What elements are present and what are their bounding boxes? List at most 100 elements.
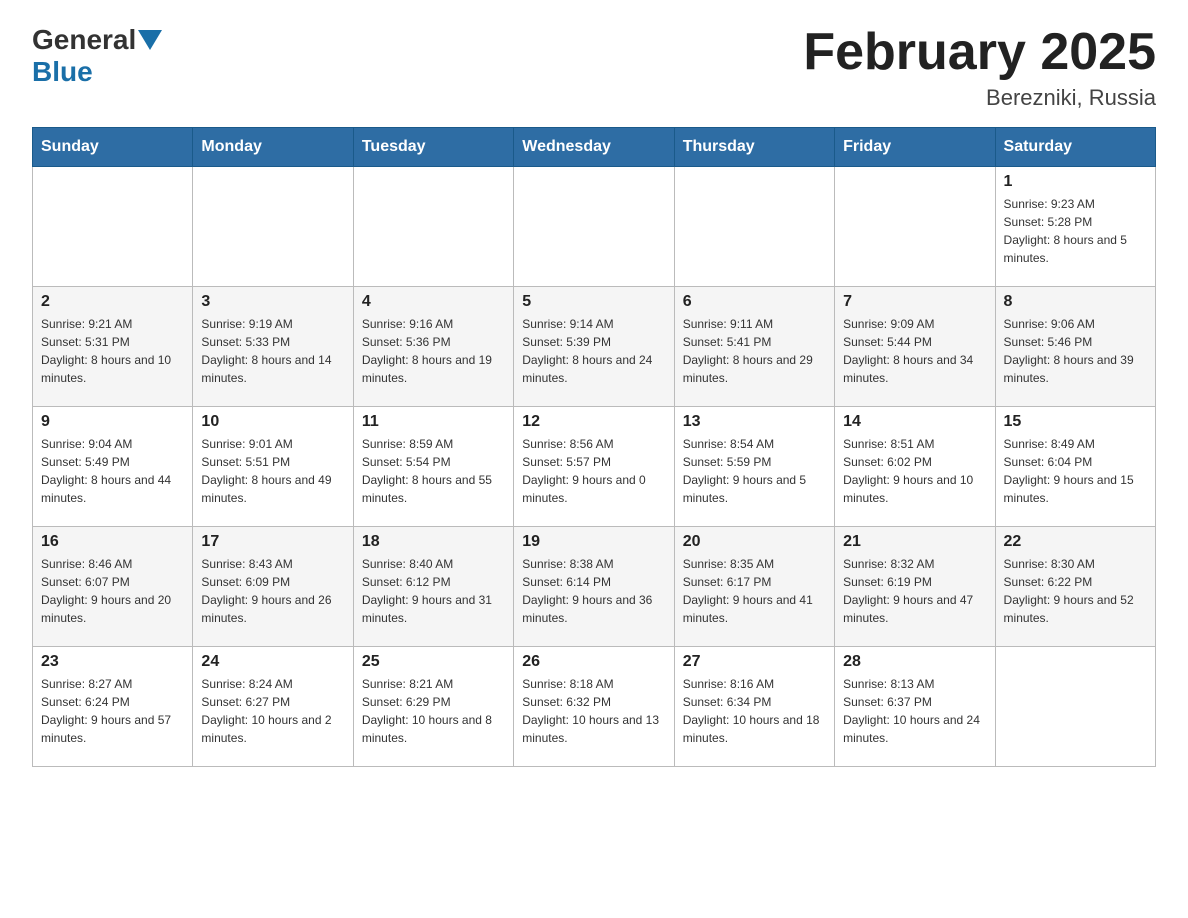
calendar-cell: 6Sunrise: 9:11 AMSunset: 5:41 PMDaylight… (674, 287, 834, 407)
calendar-cell: 8 Sunrise: 9:06 AMSunset: 5:46 PMDaylight… (995, 287, 1155, 407)
day-info: Sunrise: 9:01 AMSunset: 5:51 PMDaylight:… (201, 435, 344, 507)
day-number: 9 (41, 413, 184, 431)
day-number: 16 (41, 533, 184, 551)
day-number: 3 (201, 293, 344, 311)
day-number: 8 (1004, 293, 1147, 311)
col-wednesday: Wednesday (514, 128, 674, 167)
day-number: 1 (1004, 173, 1147, 191)
week-row-5: 23Sunrise: 8:27 AMSunset: 6:24 PMDayligh… (33, 647, 1156, 767)
calendar-cell: 19 Sunrise: 8:38 AMSunset: 6:14 PMDayligh… (514, 527, 674, 647)
day-info: Sunrise: 8:56 AMSunset: 5:57 PMDaylight:… (522, 435, 665, 507)
calendar-cell: 14 Sunrise: 8:51 AMSunset: 6:02 PMDayligh… (835, 407, 995, 527)
day-number: 18 (362, 533, 505, 551)
calendar-cell: 4Sunrise: 9:16 AMSunset: 5:36 PMDaylight… (353, 287, 513, 407)
day-number: 7 (843, 293, 986, 311)
calendar-cell (353, 167, 513, 287)
day-info: Sunrise: 8:49 AMSunset: 6:04 PMDaylight:… (1004, 435, 1147, 507)
day-number: 13 (683, 413, 826, 431)
day-number: 6 (683, 293, 826, 311)
logo-general-text: General (32, 24, 136, 56)
logo-triangle-icon (138, 30, 162, 50)
calendar-cell: 5 Sunrise: 9:14 AMSunset: 5:39 PMDaylight… (514, 287, 674, 407)
day-number: 26 (522, 653, 665, 671)
day-info: Sunrise: 8:46 AMSunset: 6:07 PMDaylight:… (41, 555, 184, 627)
col-thursday: Thursday (674, 128, 834, 167)
day-number: 5 (522, 293, 665, 311)
logo-blue-text: Blue (32, 56, 93, 87)
day-number: 24 (201, 653, 344, 671)
calendar-cell: 24Sunrise: 8:24 AMSunset: 6:27 PMDayligh… (193, 647, 353, 767)
calendar-cell: 11 Sunrise: 8:59 AMSunset: 5:54 PMDayligh… (353, 407, 513, 527)
day-info: Sunrise: 9:14 AMSunset: 5:39 PMDaylight:… (522, 315, 665, 387)
calendar-cell: 7 Sunrise: 9:09 AMSunset: 5:44 PMDaylight… (835, 287, 995, 407)
calendar-cell (193, 167, 353, 287)
week-row-1: 1 Sunrise: 9:23 AMSunset: 5:28 PMDaylight… (33, 167, 1156, 287)
calendar-header-row: Sunday Monday Tuesday Wednesday Thursday… (33, 128, 1156, 167)
calendar-cell: 16 Sunrise: 8:46 AMSunset: 6:07 PMDayligh… (33, 527, 193, 647)
col-sunday: Sunday (33, 128, 193, 167)
calendar-cell: 2 Sunrise: 9:21 AMSunset: 5:31 PMDaylight… (33, 287, 193, 407)
day-number: 19 (522, 533, 665, 551)
day-info: Sunrise: 8:40 AMSunset: 6:12 PMDaylight:… (362, 555, 505, 627)
location: Berezniki, Russia (803, 85, 1156, 111)
day-number: 20 (683, 533, 826, 551)
day-number: 25 (362, 653, 505, 671)
day-number: 12 (522, 413, 665, 431)
calendar-cell (835, 167, 995, 287)
day-number: 10 (201, 413, 344, 431)
day-info: Sunrise: 8:43 AMSunset: 6:09 PMDaylight:… (201, 555, 344, 627)
calendar-cell (995, 647, 1155, 767)
calendar-cell: 9 Sunrise: 9:04 AMSunset: 5:49 PMDaylight… (33, 407, 193, 527)
day-info: Sunrise: 8:16 AMSunset: 6:34 PMDaylight:… (683, 675, 826, 747)
calendar-cell: 3 Sunrise: 9:19 AMSunset: 5:33 PMDaylight… (193, 287, 353, 407)
calendar-cell: 1 Sunrise: 9:23 AMSunset: 5:28 PMDaylight… (995, 167, 1155, 287)
day-number: 2 (41, 293, 184, 311)
day-info: Sunrise: 8:18 AMSunset: 6:32 PMDaylight:… (522, 675, 665, 747)
calendar-cell (33, 167, 193, 287)
day-number: 27 (683, 653, 826, 671)
day-info: Sunrise: 8:51 AMSunset: 6:02 PMDaylight:… (843, 435, 986, 507)
calendar-cell: 27 Sunrise: 8:16 AMSunset: 6:34 PMDayligh… (674, 647, 834, 767)
day-number: 23 (41, 653, 184, 671)
calendar-cell (674, 167, 834, 287)
month-title: February 2025 (803, 24, 1156, 81)
calendar-cell: 13 Sunrise: 8:54 AMSunset: 5:59 PMDayligh… (674, 407, 834, 527)
day-info: Sunrise: 9:19 AMSunset: 5:33 PMDaylight:… (201, 315, 344, 387)
calendar-cell: 22Sunrise: 8:30 AMSunset: 6:22 PMDayligh… (995, 527, 1155, 647)
calendar-cell: 26 Sunrise: 8:18 AMSunset: 6:32 PMDayligh… (514, 647, 674, 767)
calendar-cell: 21Sunrise: 8:32 AMSunset: 6:19 PMDayligh… (835, 527, 995, 647)
col-friday: Friday (835, 128, 995, 167)
col-monday: Monday (193, 128, 353, 167)
title-section: February 2025 Berezniki, Russia (803, 24, 1156, 111)
day-info: Sunrise: 9:21 AMSunset: 5:31 PMDaylight:… (41, 315, 184, 387)
day-info: Sunrise: 9:06 AMSunset: 5:46 PMDaylight:… (1004, 315, 1147, 387)
day-number: 15 (1004, 413, 1147, 431)
calendar-cell: 25Sunrise: 8:21 AMSunset: 6:29 PMDayligh… (353, 647, 513, 767)
calendar-cell: 28Sunrise: 8:13 AMSunset: 6:37 PMDayligh… (835, 647, 995, 767)
day-number: 17 (201, 533, 344, 551)
week-row-4: 16 Sunrise: 8:46 AMSunset: 6:07 PMDayligh… (33, 527, 1156, 647)
day-number: 11 (362, 413, 505, 431)
day-number: 4 (362, 293, 505, 311)
day-info: Sunrise: 9:23 AMSunset: 5:28 PMDaylight:… (1004, 195, 1147, 267)
day-info: Sunrise: 8:38 AMSunset: 6:14 PMDaylight:… (522, 555, 665, 627)
day-info: Sunrise: 9:09 AMSunset: 5:44 PMDaylight:… (843, 315, 986, 387)
day-info: Sunrise: 8:59 AMSunset: 5:54 PMDaylight:… (362, 435, 505, 507)
day-number: 21 (843, 533, 986, 551)
calendar-cell: 12 Sunrise: 8:56 AMSunset: 5:57 PMDayligh… (514, 407, 674, 527)
logo: General Blue (32, 24, 164, 88)
day-info: Sunrise: 8:54 AMSunset: 5:59 PMDaylight:… (683, 435, 826, 507)
page-header: General Blue February 2025 Berezniki, Ru… (32, 24, 1156, 111)
col-tuesday: Tuesday (353, 128, 513, 167)
calendar-cell: 20 Sunrise: 8:35 AMSunset: 6:17 PMDayligh… (674, 527, 834, 647)
day-number: 28 (843, 653, 986, 671)
calendar-table: Sunday Monday Tuesday Wednesday Thursday… (32, 127, 1156, 767)
day-info: Sunrise: 9:04 AMSunset: 5:49 PMDaylight:… (41, 435, 184, 507)
day-info: Sunrise: 8:35 AMSunset: 6:17 PMDaylight:… (683, 555, 826, 627)
col-saturday: Saturday (995, 128, 1155, 167)
calendar-cell: 18 Sunrise: 8:40 AMSunset: 6:12 PMDayligh… (353, 527, 513, 647)
day-number: 22 (1004, 533, 1147, 551)
calendar-cell (514, 167, 674, 287)
day-number: 14 (843, 413, 986, 431)
calendar-cell: 10 Sunrise: 9:01 AMSunset: 5:51 PMDayligh… (193, 407, 353, 527)
